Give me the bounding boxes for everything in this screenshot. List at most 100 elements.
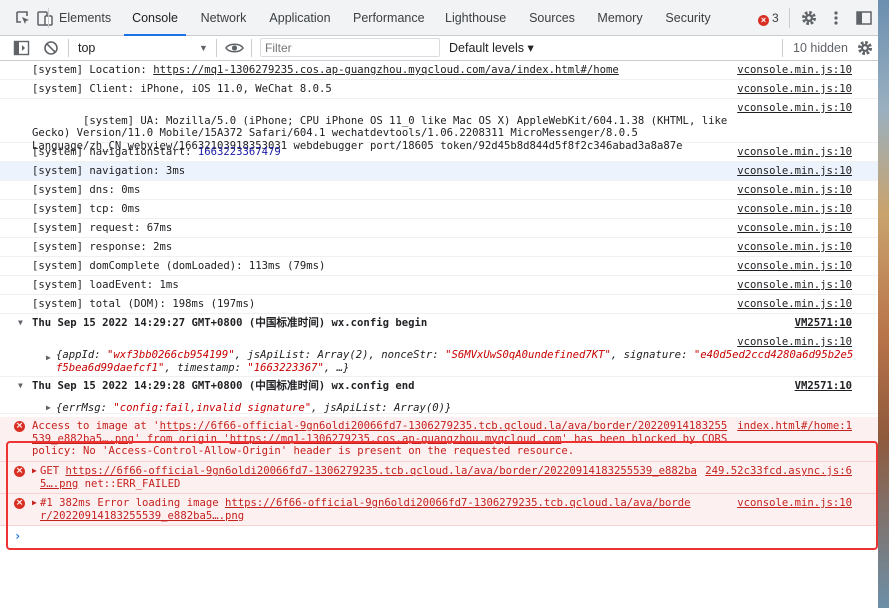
console-settings-gear-icon[interactable] [856,39,874,57]
group-title: Thu Sep 15 2022 14:29:27 GMT+0800 (中国标准时… [32,317,428,329]
filter-input[interactable] [260,38,440,57]
object-expand-triangle-icon[interactable]: ▶ [46,402,51,413]
context-dropdown-arrow-icon[interactable]: ▼ [199,36,208,60]
tab-lighthouse[interactable]: Lighthouse [445,0,506,35]
log-object-row[interactable]: vconsole.min.js:10 ▶ {appId: "wxf3bb0266… [0,333,878,377]
prompt-chevron-icon: › [14,529,22,543]
source-link[interactable]: vconsole.min.js:10 [737,146,852,159]
source-link[interactable]: vconsole.min.js:10 [737,260,852,273]
object-expand-triangle-icon[interactable]: ▶ [46,352,51,365]
device-toolbar-icon[interactable] [36,9,54,27]
log-row: [system] loadEvent: 1ms vconsole.min.js:… [0,276,878,295]
log-number: 1663223367479 [197,146,281,158]
source-link[interactable]: vconsole.min.js:10 [737,83,852,96]
source-link[interactable]: vconsole.min.js:10 [737,222,852,235]
inspect-element-icon[interactable] [14,9,32,27]
source-link[interactable]: vconsole.min.js:10 [737,298,852,311]
clear-console-icon[interactable] [43,40,59,56]
group-expanded-triangle-icon[interactable]: ▼ [18,317,23,330]
log-message: [system] tcp: 0ms [32,203,141,215]
location-link[interactable]: https://mq1-1306279235.cos.ap-guangzhou.… [153,64,619,76]
source-link[interactable]: vconsole.min.js:10 [737,184,852,197]
tabbar-separator [789,8,790,28]
tab-console[interactable]: Console [124,0,186,36]
toolbar-separator [68,39,69,57]
devtools-tabbar: Elements Console Network Application Per… [0,0,878,36]
devtools-panel: Elements Console Network Application Per… [0,0,878,608]
desktop-background [878,0,889,608]
source-link[interactable]: vconsole.min.js:10 [737,102,852,115]
tab-application[interactable]: Application [269,0,331,35]
error-message: Access to image at 'https://6f66-officia… [32,420,734,457]
log-levels-dropdown[interactable]: Default levels ▾ [449,36,534,60]
tab-security[interactable]: Security [665,0,711,35]
error-row: × ▶ GET https://6f66-official-9gn6oldi20… [0,462,878,494]
error-row: × ▶ #1 382ms Error loading image https:/… [0,494,878,526]
error-count-badge[interactable]: × 3 [758,10,779,26]
error-message: GET https://6f66-official-9gn6oldi20066f… [40,465,697,490]
log-row: [system] UA: Mozilla/5.0 (iPhone; CPU iP… [0,99,878,152]
source-link[interactable]: vconsole.min.js:10 [737,241,852,254]
log-row: [system] Location: https://mq1-130627923… [0,61,878,80]
group-title: Thu Sep 15 2022 14:29:28 GMT+0800 (中国标准时… [32,380,415,392]
object-preview: {errMsg: "config:fail,invalid signature"… [56,402,452,414]
log-message: [system] request: 67ms [32,222,173,234]
log-row: [system] request: 67ms vconsole.min.js:1… [0,219,878,238]
toolbar-separator [216,39,217,57]
log-row: [system] Client: iPhone, iOS 11.0, WeCha… [0,80,878,99]
tab-memory[interactable]: Memory [597,0,643,35]
log-message: [system] Client: iPhone, iOS 11.0, WeCha… [32,83,332,95]
console-log: [system] Location: https://mq1-130627923… [0,61,878,608]
source-link[interactable]: vconsole.min.js:10 [737,279,852,292]
log-row: [system] total (DOM): 198ms (197ms) vcon… [0,295,878,314]
log-group-header[interactable]: ▼ Thu Sep 15 2022 14:29:27 GMT+0800 (中国标… [0,314,878,333]
group-expanded-triangle-icon[interactable]: ▼ [18,380,23,393]
error-icon: × [14,421,25,432]
source-link[interactable]: index.html#/home:1 [737,420,852,433]
sidebar-toggle-icon[interactable] [13,40,30,56]
context-selector[interactable]: top [78,36,95,60]
log-message: [system] loadEvent: 1ms [32,279,179,291]
gear-icon[interactable] [800,9,818,27]
log-row: [system] dns: 0ms vconsole.min.js:10 [0,181,878,200]
log-message: [system] domComplete (domLoaded): 113ms … [32,260,326,272]
toolbar-separator [782,39,783,57]
error-icon: × [758,15,769,26]
tab-network[interactable]: Network [200,0,247,35]
source-link[interactable]: vconsole.min.js:10 [737,64,852,77]
log-row: [system] domComplete (domLoaded): 113ms … [0,257,878,276]
tab-performance[interactable]: Performance [353,0,425,35]
origin-link[interactable]: https://mq1-1306279235.cos.ap-guangzhou.… [230,433,562,445]
console-toolbar: top ▼ Default levels ▾ 10 hidden [0,36,878,61]
log-message: [system] dns: 0ms [32,184,141,196]
log-message: [system] response: 2ms [32,241,173,253]
source-link[interactable]: vconsole.min.js:10 [737,497,852,510]
source-link[interactable]: vconsole.min.js:10 [737,165,852,178]
source-link[interactable]: 249.52c33fcd.async.js:6 [705,465,852,478]
dock-side-icon[interactable] [855,9,873,27]
log-row: [system] navigation: 3ms vconsole.min.js… [0,162,878,181]
log-group-header[interactable]: ▼ Thu Sep 15 2022 14:29:28 GMT+0800 (中国标… [0,377,878,396]
error-row: × Access to image at 'https://6f66-offic… [0,417,878,462]
source-link[interactable]: VM2571:10 [795,317,852,330]
log-object-row[interactable]: ▶ {errMsg: "config:fail,invalid signatur… [0,396,878,414]
log-message: [system] total (DOM): 198ms (197ms) [32,298,256,310]
tab-elements[interactable]: Elements [59,0,111,35]
source-link[interactable]: vconsole.min.js:10 [737,336,852,349]
error-expand-triangle-icon[interactable]: ▶ [32,465,37,478]
error-expand-triangle-icon[interactable]: ▶ [32,497,37,510]
source-link[interactable]: VM2571:10 [795,380,852,393]
error-icon: × [14,466,25,477]
object-preview: {appId: "wxf3bb0266cb954199", jsApiList:… [56,349,854,374]
tab-sources[interactable]: Sources [529,0,575,35]
error-message: #1 382ms Error loading image https://6f6… [40,497,691,522]
log-row: [system] navigationStart: 1663223367479 … [0,143,878,162]
source-link[interactable]: vconsole.min.js:10 [737,203,852,216]
tabbar-separator [48,8,49,28]
kebab-menu-icon[interactable] [827,9,845,27]
eye-icon[interactable] [225,41,244,55]
log-row: [system] response: 2ms vconsole.min.js:1… [0,238,878,257]
console-prompt[interactable]: › [0,526,878,548]
error-icon: × [14,498,25,509]
hidden-messages-count: 10 hidden [793,41,848,55]
